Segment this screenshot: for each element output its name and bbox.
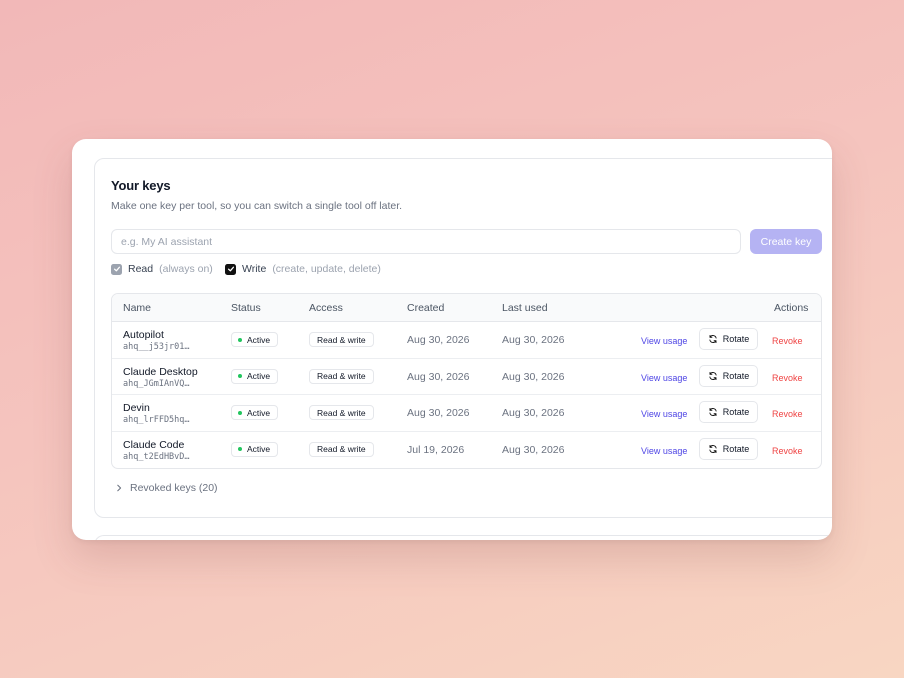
created-date: Jul 19, 2026 — [407, 443, 465, 456]
write-label: Write — [242, 263, 267, 275]
keys-table: Name Status Access Created Last used Act… — [111, 293, 822, 469]
table-row: Devin ahq_lrFFD5hq… Active Read & write … — [112, 395, 821, 432]
write-hint: (create, update, delete) — [272, 263, 381, 275]
key-name: Claude Code — [123, 438, 185, 451]
create-key-button[interactable]: Create key — [750, 229, 822, 254]
key-prefix: ahq_JGmIAnVQ… — [123, 378, 190, 389]
header-access: Access — [309, 302, 343, 314]
status-badge: Active — [231, 405, 279, 420]
access-badge: Read & write — [309, 441, 374, 457]
status-badge: Active — [231, 368, 279, 384]
last-used-date: Aug 30, 2026 — [502, 407, 565, 419]
rotate-label: Rotate — [722, 334, 750, 344]
view-usage-link[interactable]: View usage — [641, 446, 687, 456]
table-row: Autopilot ahq__j53jr01… Active Read & wr… — [112, 322, 821, 359]
view-usage-link[interactable]: View usage — [641, 409, 687, 419]
last-used-date: Aug 30, 2026 — [502, 370, 565, 383]
rotate-button[interactable]: Rotate — [699, 437, 758, 460]
key-name: Devin — [123, 402, 150, 414]
rotate-label: Rotate — [722, 407, 750, 417]
app-window: Your keys Make one key per tool, so you … — [72, 139, 832, 540]
key-name: Claude Desktop — [123, 365, 198, 378]
key-name: Autopilot — [123, 329, 164, 341]
header-last-used: Last used — [502, 302, 548, 314]
status-badge: Active — [231, 332, 279, 347]
rotate-label: Rotate — [722, 443, 750, 454]
view-usage-link[interactable]: View usage — [641, 373, 687, 383]
status-dot — [238, 337, 242, 342]
last-used-date: Aug 30, 2026 — [502, 334, 565, 346]
revoke-link[interactable]: Revoke — [772, 373, 803, 383]
revoked-keys-toggle[interactable]: Revoked keys (20) — [115, 482, 218, 494]
key-prefix: ahq_t2EdHBvD… — [123, 451, 190, 462]
refresh-icon — [709, 334, 717, 344]
revoke-link[interactable]: Revoke — [772, 446, 803, 456]
last-used-date: Aug 30, 2026 — [502, 443, 565, 456]
rotate-button[interactable]: Rotate — [699, 328, 758, 350]
key-prefix: ahq__j53jr01… — [123, 342, 190, 352]
table-row: Claude Desktop ahq_JGmIAnVQ… Active Read… — [112, 359, 821, 395]
section-subtitle: Make one key per tool, so you can switch… — [111, 200, 403, 212]
access-badge: Read & write — [309, 405, 374, 420]
rotate-button[interactable]: Rotate — [699, 364, 758, 387]
header-actions: Actions — [774, 302, 809, 314]
rotate-label: Rotate — [722, 370, 750, 381]
refresh-icon — [709, 407, 717, 417]
refresh-icon — [709, 371, 717, 380]
read-permission: Read (always on) — [111, 263, 213, 275]
read-label: Read — [128, 263, 154, 275]
revoke-link[interactable]: Revoke — [772, 336, 803, 346]
check-icon — [113, 266, 120, 272]
created-date: Aug 30, 2026 — [407, 334, 470, 346]
write-checkbox[interactable] — [225, 263, 236, 275]
section-title: Your keys — [111, 178, 171, 193]
table-row: Claude Code ahq_t2EdHBvD… Active Read & … — [112, 432, 821, 469]
key-name-input[interactable] — [111, 229, 741, 254]
status-text: Active — [247, 371, 271, 381]
status-text: Active — [247, 334, 271, 345]
status-text: Active — [247, 444, 271, 454]
keys-card: Your keys Make one key per tool, so you … — [94, 158, 832, 518]
created-date: Aug 30, 2026 — [407, 370, 470, 383]
chevron-right-icon — [117, 484, 122, 492]
created-date: Aug 30, 2026 — [407, 407, 470, 419]
view-usage-link[interactable]: View usage — [641, 336, 687, 346]
header-name: Name — [123, 302, 152, 314]
revoked-keys-label: Revoked keys (20) — [130, 482, 218, 494]
status-badge: Active — [231, 441, 279, 457]
status-dot — [238, 410, 242, 415]
refresh-icon — [709, 444, 717, 453]
status-text: Active — [247, 407, 271, 418]
access-badge: Read & write — [309, 368, 374, 384]
check-icon — [227, 266, 234, 272]
header-status: Status — [231, 302, 261, 314]
read-hint: (always on) — [159, 263, 213, 275]
revoke-link[interactable]: Revoke — [772, 409, 803, 419]
key-prefix: ahq_lrFFD5hq… — [123, 415, 190, 425]
table-header: Name Status Access Created Last used Act… — [112, 294, 821, 322]
status-dot — [238, 447, 242, 451]
write-permission: Write (create, update, delete) — [225, 263, 381, 275]
next-card-edge — [94, 535, 832, 540]
access-badge: Read & write — [309, 332, 374, 347]
status-dot — [238, 374, 242, 378]
read-checkbox[interactable] — [111, 263, 122, 275]
rotate-button[interactable]: Rotate — [699, 401, 758, 423]
header-created: Created — [407, 302, 445, 314]
